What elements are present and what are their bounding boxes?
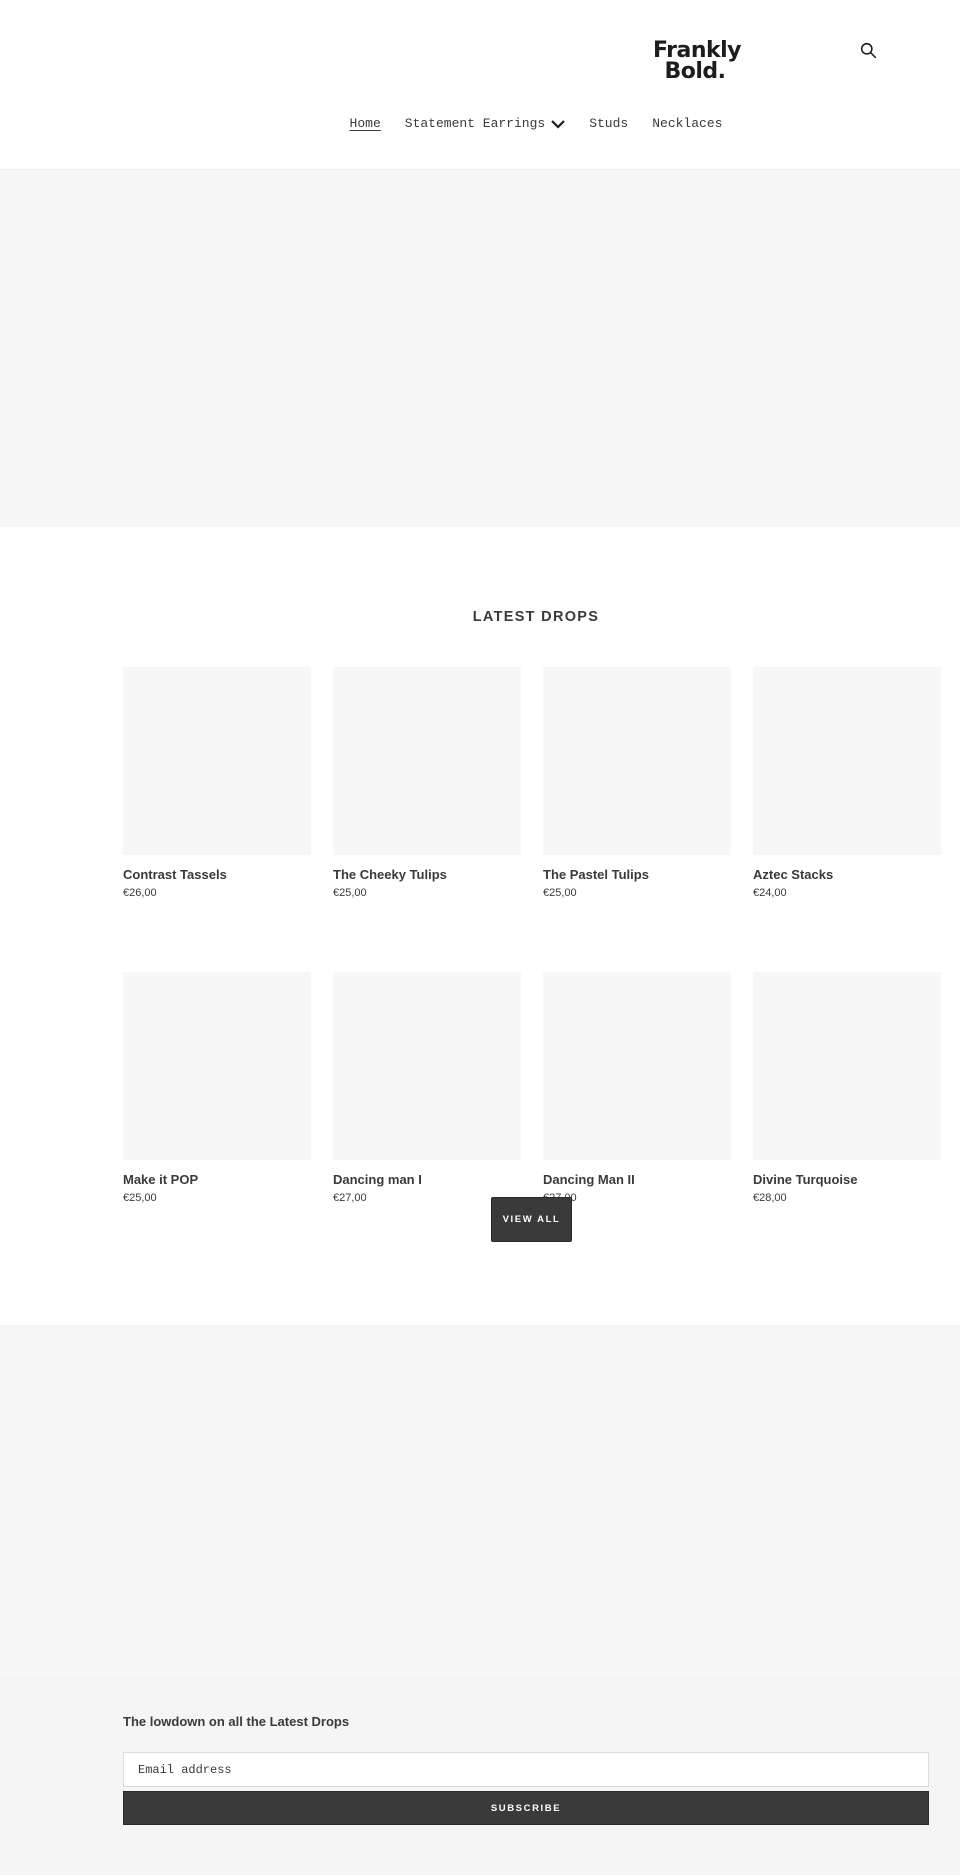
product-card[interactable]: Dancing man I €27,00 — [333, 972, 521, 1206]
nav-necklaces-label: Necklaces — [652, 116, 723, 131]
latest-drops-section: LATEST DROPS Contrast Tassels €26,00 The… — [0, 527, 960, 1325]
product-card[interactable]: Divine Turquoise €28,00 — [753, 972, 941, 1206]
product-price: €28,00 — [753, 1192, 787, 1204]
product-card[interactable]: Make it POP €25,00 — [123, 972, 311, 1206]
product-name: Divine Turquoise — [753, 1172, 858, 1187]
nav-studs[interactable]: Studs — [589, 114, 628, 134]
logo-line-1: Frankly — [653, 38, 742, 63]
product-price: €25,00 — [543, 887, 577, 899]
image-band-placeholder — [0, 1325, 960, 1676]
product-card[interactable]: Contrast Tassels €26,00 — [123, 667, 311, 901]
product-name: Make it POP — [123, 1172, 199, 1187]
product-card[interactable]: Aztec Stacks €24,00 — [753, 667, 941, 901]
section-title: LATEST DROPS — [472, 609, 600, 625]
newsletter-heading: The lowdown on all the Latest Drops — [123, 1714, 350, 1729]
product-price: €25,00 — [333, 887, 367, 899]
product-image — [123, 667, 311, 855]
logo-line-2: Bold. — [664, 59, 726, 84]
product-image — [543, 667, 731, 855]
nav-studs-label: Studs — [589, 116, 629, 131]
view-all-button[interactable]: VIEW ALL — [491, 1197, 572, 1242]
nav-necklaces[interactable]: Necklaces — [652, 114, 722, 134]
product-name: Dancing Man II — [543, 1172, 635, 1187]
nav-home-label: Home — [349, 116, 381, 131]
chevron-down-icon — [551, 120, 565, 129]
search-icon — [860, 42, 877, 59]
newsletter-section: The lowdown on all the Latest Drops SUBS… — [0, 1676, 960, 1875]
subscribe-button[interactable]: SUBSCRIBE — [123, 1791, 929, 1825]
email-input[interactable] — [123, 1752, 929, 1787]
product-name: Aztec Stacks — [753, 867, 834, 882]
product-price: €25,00 — [123, 1192, 157, 1204]
nav-home[interactable]: Home — [350, 114, 381, 134]
product-grid: Contrast Tassels €26,00 The Cheeky Tulip… — [123, 667, 941, 1206]
product-price: €24,00 — [753, 887, 787, 899]
product-card[interactable]: The Cheeky Tulips €25,00 — [333, 667, 521, 901]
nav-statement-earrings-label: Statement Earrings — [404, 116, 546, 131]
product-image — [333, 972, 521, 1160]
product-image — [333, 667, 521, 855]
product-name: The Pastel Tulips — [543, 867, 649, 882]
hero-image-placeholder — [0, 170, 960, 527]
product-image — [123, 972, 311, 1160]
logo[interactable]: Frankly Bold. — [653, 38, 742, 84]
search-button[interactable] — [860, 42, 880, 62]
product-card[interactable]: Dancing Man II €27,00 — [543, 972, 731, 1206]
product-card[interactable]: The Pastel Tulips €25,00 — [543, 667, 731, 901]
product-image — [543, 972, 731, 1160]
site-header: Frankly Bold. Home Statement Earrings St… — [0, 0, 960, 170]
product-name: Contrast Tassels — [123, 867, 227, 882]
product-image — [753, 972, 941, 1160]
product-name: The Cheeky Tulips — [333, 867, 447, 882]
nav-statement-earrings[interactable]: Statement Earrings — [405, 114, 565, 134]
product-name: Dancing man I — [333, 1172, 422, 1187]
main-nav: Home Statement Earrings Studs Necklaces — [0, 114, 960, 134]
product-price: €26,00 — [123, 887, 157, 899]
product-image — [753, 667, 941, 855]
